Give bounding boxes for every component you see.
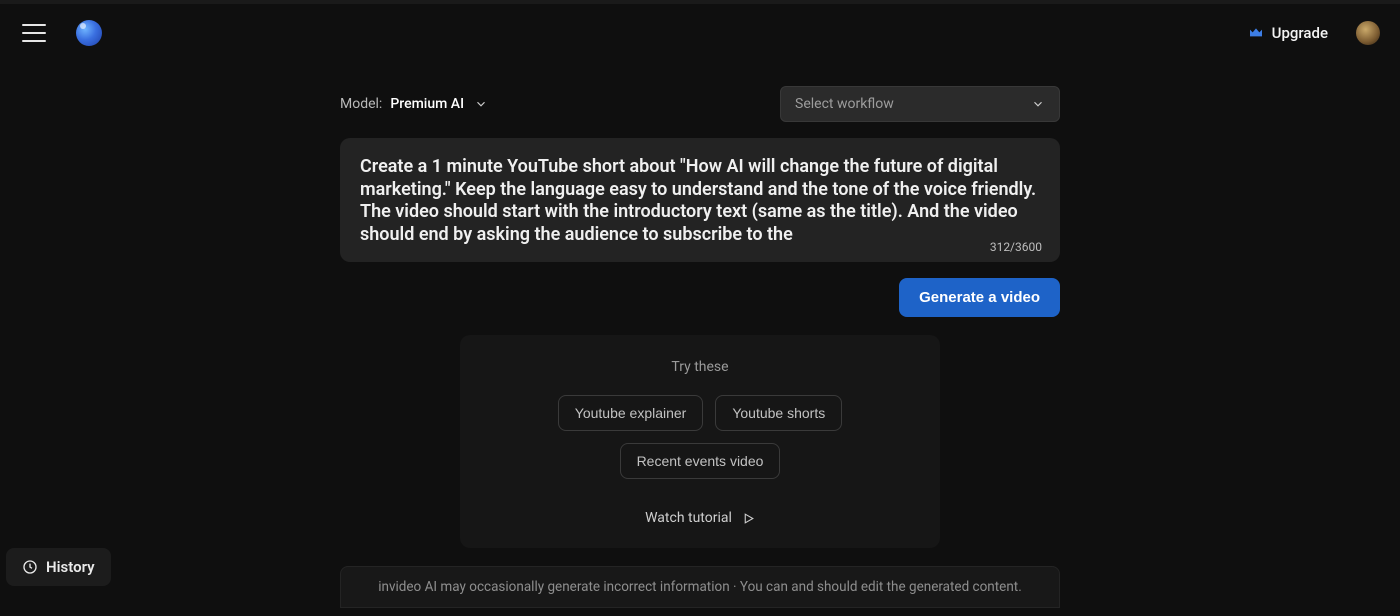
crown-icon xyxy=(1248,25,1264,41)
app-logo[interactable] xyxy=(76,20,102,46)
generate-row: Generate a video xyxy=(340,278,1060,317)
try-these-panel: Try these Youtube explainer Youtube shor… xyxy=(460,335,940,548)
chip-youtube-shorts[interactable]: Youtube shorts xyxy=(715,395,842,431)
disclaimer-bar: invideo AI may occasionally generate inc… xyxy=(340,566,1060,608)
play-icon xyxy=(742,512,755,525)
chevron-down-icon xyxy=(1031,97,1045,111)
watch-tutorial-link[interactable]: Watch tutorial xyxy=(645,510,755,526)
upgrade-button[interactable]: Upgrade xyxy=(1248,24,1328,42)
model-label: Model: xyxy=(340,96,382,112)
menu-icon[interactable] xyxy=(20,21,48,45)
prompt-input[interactable]: Create a 1 minute YouTube short about "H… xyxy=(340,138,1060,262)
workflow-select[interactable]: Select workflow xyxy=(780,86,1060,122)
controls-row: Model: Premium AI Select workflow xyxy=(340,86,1060,122)
generate-button[interactable]: Generate a video xyxy=(899,278,1060,317)
chip-youtube-explainer[interactable]: Youtube explainer xyxy=(558,395,704,431)
workflow-placeholder: Select workflow xyxy=(795,96,894,112)
suggestion-chips: Youtube explainer Youtube shorts Recent … xyxy=(490,395,910,479)
character-count: 312/3600 xyxy=(990,240,1042,254)
model-selector[interactable]: Model: Premium AI xyxy=(340,96,488,112)
prompt-text: Create a 1 minute YouTube short about "H… xyxy=(360,156,1040,248)
clock-icon xyxy=(22,559,38,575)
top-bar: Upgrade xyxy=(0,6,1400,60)
main-column: Model: Premium AI Select workflow Create… xyxy=(340,86,1060,608)
try-these-title: Try these xyxy=(490,359,910,375)
history-label: History xyxy=(46,558,95,576)
upgrade-label: Upgrade xyxy=(1272,24,1328,42)
chevron-down-icon xyxy=(474,97,488,111)
watch-tutorial-label: Watch tutorial xyxy=(645,510,732,526)
model-value: Premium AI xyxy=(390,96,464,112)
chip-recent-events[interactable]: Recent events video xyxy=(620,443,781,479)
history-button[interactable]: History xyxy=(6,548,111,586)
avatar[interactable] xyxy=(1356,21,1380,45)
